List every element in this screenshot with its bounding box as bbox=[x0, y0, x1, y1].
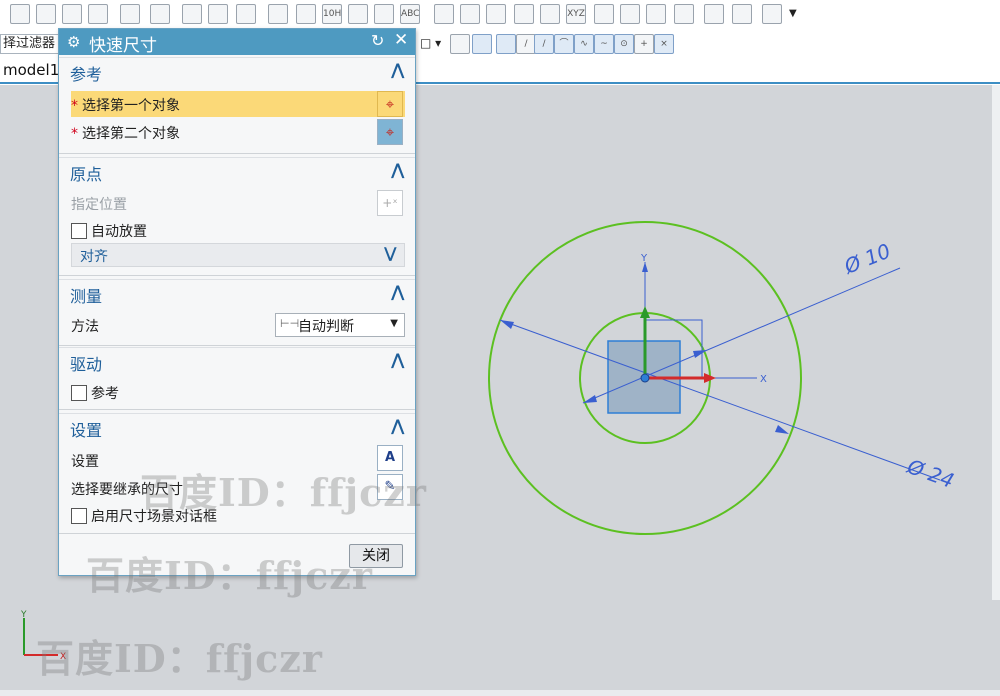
dialog-title-bar[interactable]: ⚙ 快速尺寸 ↻ ✕ bbox=[59, 29, 415, 56]
align-label: 对齐 bbox=[80, 249, 108, 265]
divider bbox=[59, 345, 415, 346]
section-drive[interactable]: 驱动 ⋀ bbox=[59, 347, 415, 375]
chevron-down-icon[interactable]: ⋁ bbox=[384, 244, 397, 262]
chevron-up-icon[interactable]: ⋀ bbox=[391, 350, 404, 369]
align-subgroup[interactable]: 对齐 ⋁ bbox=[71, 243, 405, 267]
reset-icon[interactable]: ↻ bbox=[371, 31, 384, 50]
section-label: 设置 bbox=[70, 421, 103, 440]
dim-line-large bbox=[499, 319, 941, 481]
divider bbox=[59, 533, 415, 534]
dimension-method-icon: ⊢⊣ bbox=[280, 317, 300, 330]
first-object-label[interactable]: * 选择第一个对象 bbox=[71, 95, 180, 115]
chevron-down-icon[interactable]: ▼ bbox=[390, 318, 398, 329]
required-asterisk-icon: * bbox=[71, 98, 78, 114]
chevron-up-icon[interactable]: ⋀ bbox=[391, 60, 404, 79]
origin-point[interactable] bbox=[640, 373, 650, 383]
dim-line-small bbox=[582, 267, 901, 404]
chevron-up-icon[interactable]: ⋀ bbox=[391, 282, 404, 301]
divider bbox=[59, 409, 415, 410]
section-label: 驱动 bbox=[70, 355, 103, 374]
specify-location-label: 指定位置 bbox=[71, 197, 127, 213]
dim-text-large[interactable]: Ø 24 bbox=[903, 454, 957, 493]
section-measure[interactable]: 测量 ⋀ bbox=[59, 279, 415, 307]
section-settings[interactable]: 设置 ⋀ bbox=[59, 413, 415, 441]
watermark: 百度ID：ffjczr bbox=[86, 553, 373, 598]
arrow-head bbox=[500, 320, 514, 329]
watermark: 百度ID：ffjczr bbox=[36, 636, 323, 681]
checkbox[interactable] bbox=[71, 223, 87, 239]
section-label: 测量 bbox=[70, 287, 103, 306]
required-asterisk-icon: * bbox=[71, 126, 78, 142]
specify-location-button[interactable]: +ˣ bbox=[377, 190, 403, 216]
dialog-title: 快速尺寸 bbox=[89, 36, 157, 56]
watermark: 百度ID：ffjczr bbox=[140, 470, 427, 515]
section-origin[interactable]: 原点 ⋀ bbox=[59, 157, 415, 185]
select-second-object-button[interactable]: ⌖ bbox=[377, 119, 403, 145]
drive-reference-checkbox[interactable]: 参考 bbox=[71, 383, 119, 403]
method-value: 自动判断 bbox=[298, 319, 354, 335]
section-label: 参考 bbox=[70, 65, 103, 84]
arrow-head bbox=[775, 425, 789, 434]
x-axis-label: X bbox=[760, 374, 767, 385]
section-reference[interactable]: 参考 ⋀ bbox=[59, 57, 415, 85]
divider bbox=[59, 153, 415, 154]
second-object-label[interactable]: * 选择第二个对象 bbox=[71, 123, 180, 143]
view-triad-y-label: Y bbox=[20, 610, 27, 620]
select-first-object-button[interactable]: ⌖ bbox=[377, 91, 403, 117]
triad-y-arrow bbox=[640, 306, 650, 318]
gear-icon[interactable]: ⚙ bbox=[67, 33, 80, 51]
y-axis-label: Y bbox=[640, 253, 648, 264]
close-icon[interactable]: ✕ bbox=[394, 30, 408, 50]
checkbox[interactable] bbox=[71, 385, 87, 401]
method-select[interactable]: ⊢⊣ 自动判断 ▼ bbox=[275, 313, 405, 337]
method-label: 方法 bbox=[71, 319, 99, 335]
dim-text-small[interactable]: Ø 10 bbox=[840, 239, 894, 279]
section-label: 原点 bbox=[70, 165, 103, 184]
settings-label: 设置 bbox=[71, 454, 99, 470]
checkbox[interactable] bbox=[71, 508, 87, 524]
divider bbox=[59, 275, 415, 276]
chevron-up-icon[interactable]: ⋀ bbox=[391, 416, 404, 435]
auto-place-checkbox[interactable]: 自动放置 bbox=[71, 221, 147, 241]
arrow-head bbox=[583, 395, 597, 403]
chevron-up-icon[interactable]: ⋀ bbox=[391, 160, 404, 179]
